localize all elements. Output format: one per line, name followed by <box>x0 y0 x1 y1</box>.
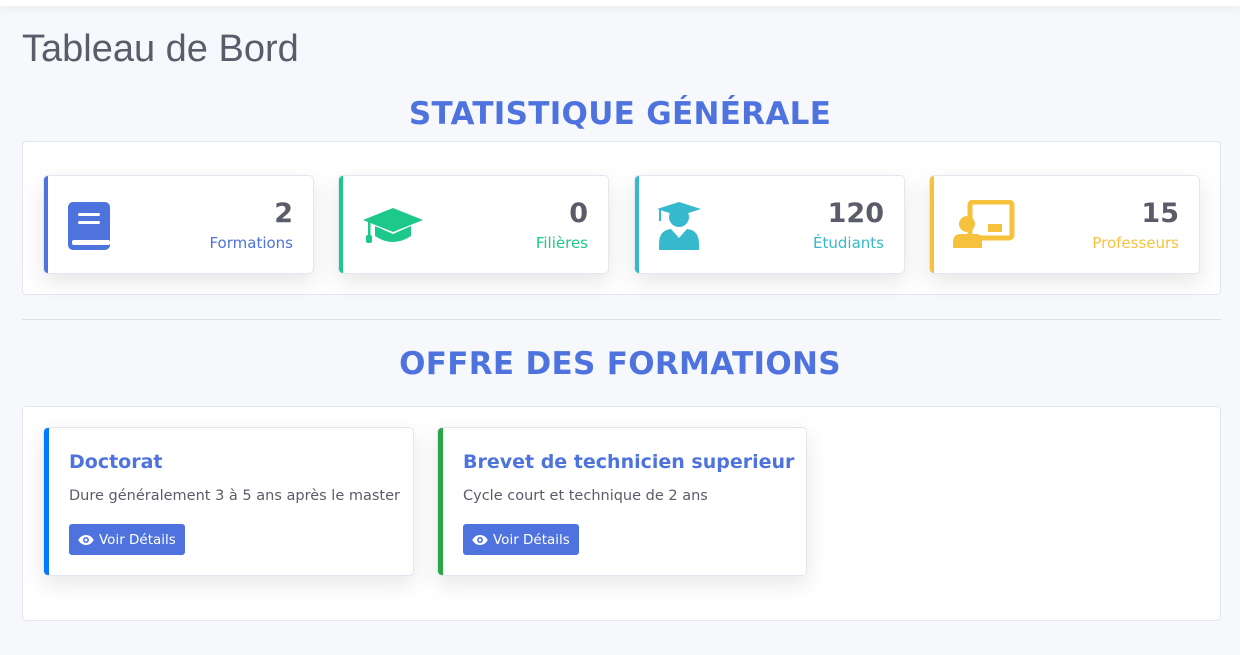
stat-label: Formations <box>209 234 293 252</box>
stat-card-accent <box>930 176 934 273</box>
stat-label: Professeurs <box>1092 234 1179 252</box>
offer-card-accent <box>438 428 443 575</box>
voir-details-button[interactable]: Voir Détails <box>69 524 185 555</box>
stats-panel: 2 Formations 0 Filières 120 Étudiants 15… <box>22 141 1221 295</box>
eye-icon <box>472 534 488 546</box>
stat-label: Filières <box>535 234 588 252</box>
page-title: Tableau de Bord <box>22 28 299 70</box>
stat-card-accent <box>635 176 639 273</box>
stat-card-formations: 2 Formations <box>43 175 314 274</box>
offer-title: Doctorat <box>69 451 163 473</box>
eye-icon <box>78 534 94 546</box>
offer-description: Dure généralement 3 à 5 ans après le mas… <box>69 488 401 504</box>
top-navbar <box>0 0 1240 6</box>
button-label: Voir Détails <box>493 531 570 548</box>
stat-card-accent <box>44 176 48 273</box>
stat-value: 120 <box>827 198 884 229</box>
stat-card-professeurs: 15 Professeurs <box>929 175 1200 274</box>
offer-card-bts: Brevet de technicien superieur Cycle cou… <box>437 427 807 576</box>
user-graduate-icon <box>657 200 721 252</box>
offer-card-doctorat: Doctorat Dure généralement 3 à 5 ans apr… <box>43 427 414 576</box>
book-icon <box>66 200 130 252</box>
stat-label: Étudiants <box>813 234 884 252</box>
offers-panel: Doctorat Dure généralement 3 à 5 ans apr… <box>22 406 1221 621</box>
stats-section-heading: STATISTIQUE GÉNÉRALE <box>408 96 832 132</box>
stat-value: 15 <box>1141 198 1179 229</box>
stat-card-filieres: 0 Filières <box>338 175 609 274</box>
stat-value: 2 <box>274 198 293 229</box>
offer-description: Cycle court et technique de 2 ans <box>463 488 708 504</box>
offer-title: Brevet de technicien superieur <box>463 451 795 473</box>
stat-card-accent <box>339 176 343 273</box>
stat-card-etudiants: 120 Étudiants <box>634 175 905 274</box>
stat-value: 0 <box>569 198 588 229</box>
button-label: Voir Détails <box>99 531 176 548</box>
offers-section-heading: OFFRE DES FORMATIONS <box>399 346 841 382</box>
offer-card-accent <box>44 428 49 575</box>
section-divider <box>22 319 1221 320</box>
chalkboard-teacher-icon <box>952 199 1016 252</box>
graduation-cap-icon <box>361 200 425 252</box>
voir-details-button[interactable]: Voir Détails <box>463 524 579 555</box>
